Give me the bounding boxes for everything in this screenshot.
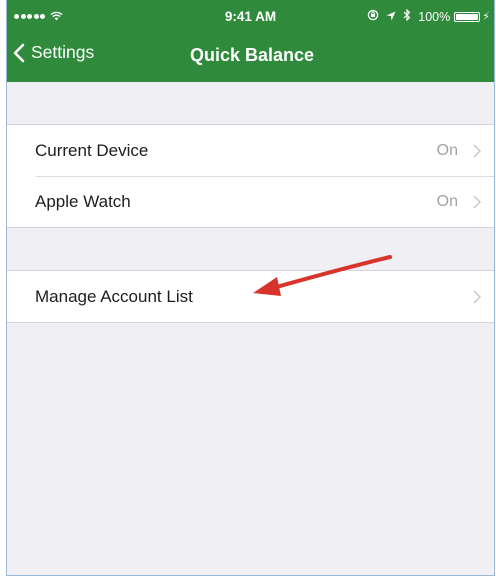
row-apple-watch[interactable]: Apple Watch On: [7, 176, 494, 227]
status-bar: 9:41 AM 100% ⚡: [7, 0, 494, 34]
row-label: Manage Account List: [35, 286, 193, 306]
back-button[interactable]: Settings: [13, 42, 94, 63]
charging-bolt-icon: ⚡: [482, 11, 490, 23]
row-current-device[interactable]: Current Device On: [7, 125, 494, 176]
page-title: Quick Balance: [190, 45, 315, 65]
phone-screen: 9:41 AM 100% ⚡ Settings Quick Balance Cu…: [6, 0, 495, 576]
navigation-bar: Settings Quick Balance: [7, 34, 494, 82]
annotation-arrow-icon: [253, 255, 392, 296]
row-label: Current Device: [35, 140, 149, 160]
row-label: Apple Watch: [35, 191, 131, 211]
chevron-left-icon: [13, 43, 25, 62]
top-bar: 9:41 AM 100% ⚡ Settings Quick Balance: [7, 0, 494, 82]
row-value: On: [436, 192, 458, 210]
battery-icon: [454, 11, 481, 22]
row-value: On: [436, 141, 458, 159]
bluetooth-icon: [403, 8, 411, 24]
quick-balance-devices-group: Current Device On Apple Watch On: [7, 124, 494, 228]
status-right-icons: 100% ⚡: [367, 8, 490, 24]
chevron-right-icon: [473, 144, 481, 158]
rotation-lock-icon: [367, 9, 379, 24]
chevron-right-icon: [473, 290, 481, 304]
back-button-label: Settings: [31, 42, 95, 62]
battery-percent: 100%: [418, 9, 451, 24]
chevron-right-icon: [473, 195, 481, 209]
location-icon: [386, 10, 396, 24]
